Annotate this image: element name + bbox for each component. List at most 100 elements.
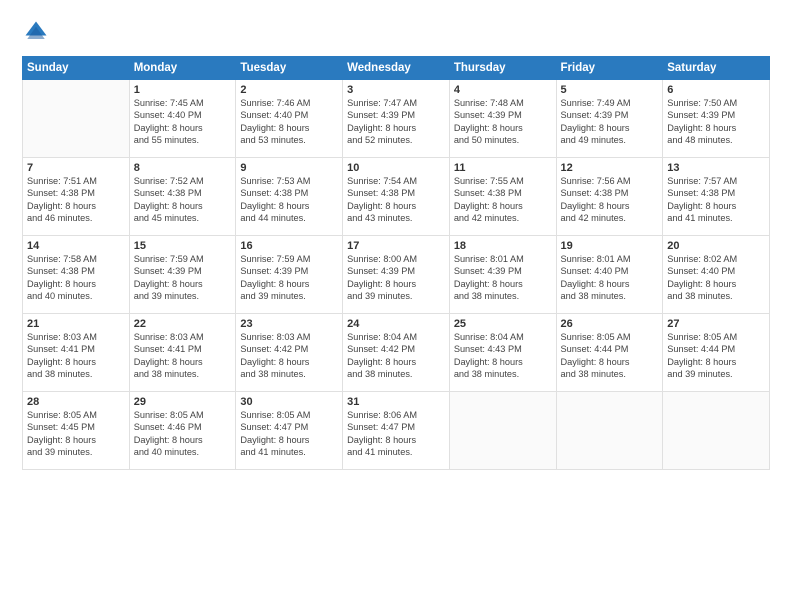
- cell-details: Sunrise: 8:05 AMSunset: 4:44 PMDaylight:…: [561, 331, 659, 381]
- day-number: 27: [667, 318, 765, 330]
- day-number: 16: [240, 240, 338, 252]
- day-number: 29: [134, 396, 232, 408]
- cell-details: Sunrise: 8:05 AMSunset: 4:46 PMDaylight:…: [134, 409, 232, 459]
- day-number: 26: [561, 318, 659, 330]
- calendar-cell: 6Sunrise: 7:50 AMSunset: 4:39 PMDaylight…: [663, 80, 770, 158]
- calendar-cell: 17Sunrise: 8:00 AMSunset: 4:39 PMDayligh…: [343, 236, 450, 314]
- day-number: 8: [134, 162, 232, 174]
- page: SundayMondayTuesdayWednesdayThursdayFrid…: [0, 0, 792, 612]
- day-number: 10: [347, 162, 445, 174]
- day-number: 4: [454, 84, 552, 96]
- cell-details: Sunrise: 8:04 AMSunset: 4:43 PMDaylight:…: [454, 331, 552, 381]
- cell-details: Sunrise: 7:48 AMSunset: 4:39 PMDaylight:…: [454, 97, 552, 147]
- day-number: 1: [134, 84, 232, 96]
- calendar-cell: 27Sunrise: 8:05 AMSunset: 4:44 PMDayligh…: [663, 314, 770, 392]
- cell-details: Sunrise: 8:00 AMSunset: 4:39 PMDaylight:…: [347, 253, 445, 303]
- calendar-cell: [449, 392, 556, 470]
- day-number: 21: [27, 318, 125, 330]
- day-number: 23: [240, 318, 338, 330]
- header: [22, 18, 770, 46]
- calendar-cell: 29Sunrise: 8:05 AMSunset: 4:46 PMDayligh…: [129, 392, 236, 470]
- calendar-cell: 1Sunrise: 7:45 AMSunset: 4:40 PMDaylight…: [129, 80, 236, 158]
- cell-details: Sunrise: 7:49 AMSunset: 4:39 PMDaylight:…: [561, 97, 659, 147]
- day-number: 6: [667, 84, 765, 96]
- calendar-cell: [663, 392, 770, 470]
- day-number: 15: [134, 240, 232, 252]
- calendar-cell: 15Sunrise: 7:59 AMSunset: 4:39 PMDayligh…: [129, 236, 236, 314]
- cell-details: Sunrise: 7:57 AMSunset: 4:38 PMDaylight:…: [667, 175, 765, 225]
- calendar-week-row: 7Sunrise: 7:51 AMSunset: 4:38 PMDaylight…: [23, 158, 770, 236]
- calendar-cell: 13Sunrise: 7:57 AMSunset: 4:38 PMDayligh…: [663, 158, 770, 236]
- day-number: 22: [134, 318, 232, 330]
- cell-details: Sunrise: 7:47 AMSunset: 4:39 PMDaylight:…: [347, 97, 445, 147]
- calendar-cell: 4Sunrise: 7:48 AMSunset: 4:39 PMDaylight…: [449, 80, 556, 158]
- cell-details: Sunrise: 8:05 AMSunset: 4:47 PMDaylight:…: [240, 409, 338, 459]
- cell-details: Sunrise: 7:59 AMSunset: 4:39 PMDaylight:…: [240, 253, 338, 303]
- calendar-cell: 20Sunrise: 8:02 AMSunset: 4:40 PMDayligh…: [663, 236, 770, 314]
- day-number: 11: [454, 162, 552, 174]
- cell-details: Sunrise: 7:51 AMSunset: 4:38 PMDaylight:…: [27, 175, 125, 225]
- calendar-cell: 10Sunrise: 7:54 AMSunset: 4:38 PMDayligh…: [343, 158, 450, 236]
- weekday-header-saturday: Saturday: [663, 57, 770, 80]
- calendar-cell: 31Sunrise: 8:06 AMSunset: 4:47 PMDayligh…: [343, 392, 450, 470]
- day-number: 18: [454, 240, 552, 252]
- day-number: 20: [667, 240, 765, 252]
- day-number: 3: [347, 84, 445, 96]
- cell-details: Sunrise: 8:03 AMSunset: 4:42 PMDaylight:…: [240, 331, 338, 381]
- cell-details: Sunrise: 8:06 AMSunset: 4:47 PMDaylight:…: [347, 409, 445, 459]
- day-number: 17: [347, 240, 445, 252]
- cell-details: Sunrise: 8:04 AMSunset: 4:42 PMDaylight:…: [347, 331, 445, 381]
- calendar-cell: [556, 392, 663, 470]
- calendar-cell: 18Sunrise: 8:01 AMSunset: 4:39 PMDayligh…: [449, 236, 556, 314]
- cell-details: Sunrise: 8:02 AMSunset: 4:40 PMDaylight:…: [667, 253, 765, 303]
- calendar-cell: 3Sunrise: 7:47 AMSunset: 4:39 PMDaylight…: [343, 80, 450, 158]
- cell-details: Sunrise: 7:45 AMSunset: 4:40 PMDaylight:…: [134, 97, 232, 147]
- day-number: 31: [347, 396, 445, 408]
- calendar-cell: 24Sunrise: 8:04 AMSunset: 4:42 PMDayligh…: [343, 314, 450, 392]
- cell-details: Sunrise: 7:46 AMSunset: 4:40 PMDaylight:…: [240, 97, 338, 147]
- day-number: 24: [347, 318, 445, 330]
- cell-details: Sunrise: 7:56 AMSunset: 4:38 PMDaylight:…: [561, 175, 659, 225]
- calendar-week-row: 14Sunrise: 7:58 AMSunset: 4:38 PMDayligh…: [23, 236, 770, 314]
- calendar-cell: 5Sunrise: 7:49 AMSunset: 4:39 PMDaylight…: [556, 80, 663, 158]
- calendar-week-row: 1Sunrise: 7:45 AMSunset: 4:40 PMDaylight…: [23, 80, 770, 158]
- cell-details: Sunrise: 7:52 AMSunset: 4:38 PMDaylight:…: [134, 175, 232, 225]
- weekday-header-sunday: Sunday: [23, 57, 130, 80]
- calendar-week-row: 28Sunrise: 8:05 AMSunset: 4:45 PMDayligh…: [23, 392, 770, 470]
- calendar-cell: 22Sunrise: 8:03 AMSunset: 4:41 PMDayligh…: [129, 314, 236, 392]
- cell-details: Sunrise: 7:50 AMSunset: 4:39 PMDaylight:…: [667, 97, 765, 147]
- weekday-header-friday: Friday: [556, 57, 663, 80]
- calendar-cell: 16Sunrise: 7:59 AMSunset: 4:39 PMDayligh…: [236, 236, 343, 314]
- cell-details: Sunrise: 7:55 AMSunset: 4:38 PMDaylight:…: [454, 175, 552, 225]
- cell-details: Sunrise: 8:05 AMSunset: 4:45 PMDaylight:…: [27, 409, 125, 459]
- weekday-header-tuesday: Tuesday: [236, 57, 343, 80]
- day-number: 13: [667, 162, 765, 174]
- day-number: 25: [454, 318, 552, 330]
- calendar-cell: 30Sunrise: 8:05 AMSunset: 4:47 PMDayligh…: [236, 392, 343, 470]
- calendar-week-row: 21Sunrise: 8:03 AMSunset: 4:41 PMDayligh…: [23, 314, 770, 392]
- day-number: 28: [27, 396, 125, 408]
- calendar-cell: 28Sunrise: 8:05 AMSunset: 4:45 PMDayligh…: [23, 392, 130, 470]
- calendar-table: SundayMondayTuesdayWednesdayThursdayFrid…: [22, 56, 770, 470]
- cell-details: Sunrise: 8:01 AMSunset: 4:39 PMDaylight:…: [454, 253, 552, 303]
- day-number: 2: [240, 84, 338, 96]
- cell-details: Sunrise: 8:05 AMSunset: 4:44 PMDaylight:…: [667, 331, 765, 381]
- cell-details: Sunrise: 8:01 AMSunset: 4:40 PMDaylight:…: [561, 253, 659, 303]
- weekday-header-monday: Monday: [129, 57, 236, 80]
- cell-details: Sunrise: 7:58 AMSunset: 4:38 PMDaylight:…: [27, 253, 125, 303]
- cell-details: Sunrise: 7:54 AMSunset: 4:38 PMDaylight:…: [347, 175, 445, 225]
- calendar-cell: 11Sunrise: 7:55 AMSunset: 4:38 PMDayligh…: [449, 158, 556, 236]
- day-number: 14: [27, 240, 125, 252]
- calendar-cell: 23Sunrise: 8:03 AMSunset: 4:42 PMDayligh…: [236, 314, 343, 392]
- calendar-cell: 2Sunrise: 7:46 AMSunset: 4:40 PMDaylight…: [236, 80, 343, 158]
- day-number: 5: [561, 84, 659, 96]
- cell-details: Sunrise: 7:59 AMSunset: 4:39 PMDaylight:…: [134, 253, 232, 303]
- day-number: 30: [240, 396, 338, 408]
- calendar-cell: 7Sunrise: 7:51 AMSunset: 4:38 PMDaylight…: [23, 158, 130, 236]
- weekday-header-thursday: Thursday: [449, 57, 556, 80]
- calendar-cell: 25Sunrise: 8:04 AMSunset: 4:43 PMDayligh…: [449, 314, 556, 392]
- calendar-cell: 8Sunrise: 7:52 AMSunset: 4:38 PMDaylight…: [129, 158, 236, 236]
- calendar-cell: 12Sunrise: 7:56 AMSunset: 4:38 PMDayligh…: [556, 158, 663, 236]
- calendar-cell: 21Sunrise: 8:03 AMSunset: 4:41 PMDayligh…: [23, 314, 130, 392]
- logo-icon: [22, 18, 50, 46]
